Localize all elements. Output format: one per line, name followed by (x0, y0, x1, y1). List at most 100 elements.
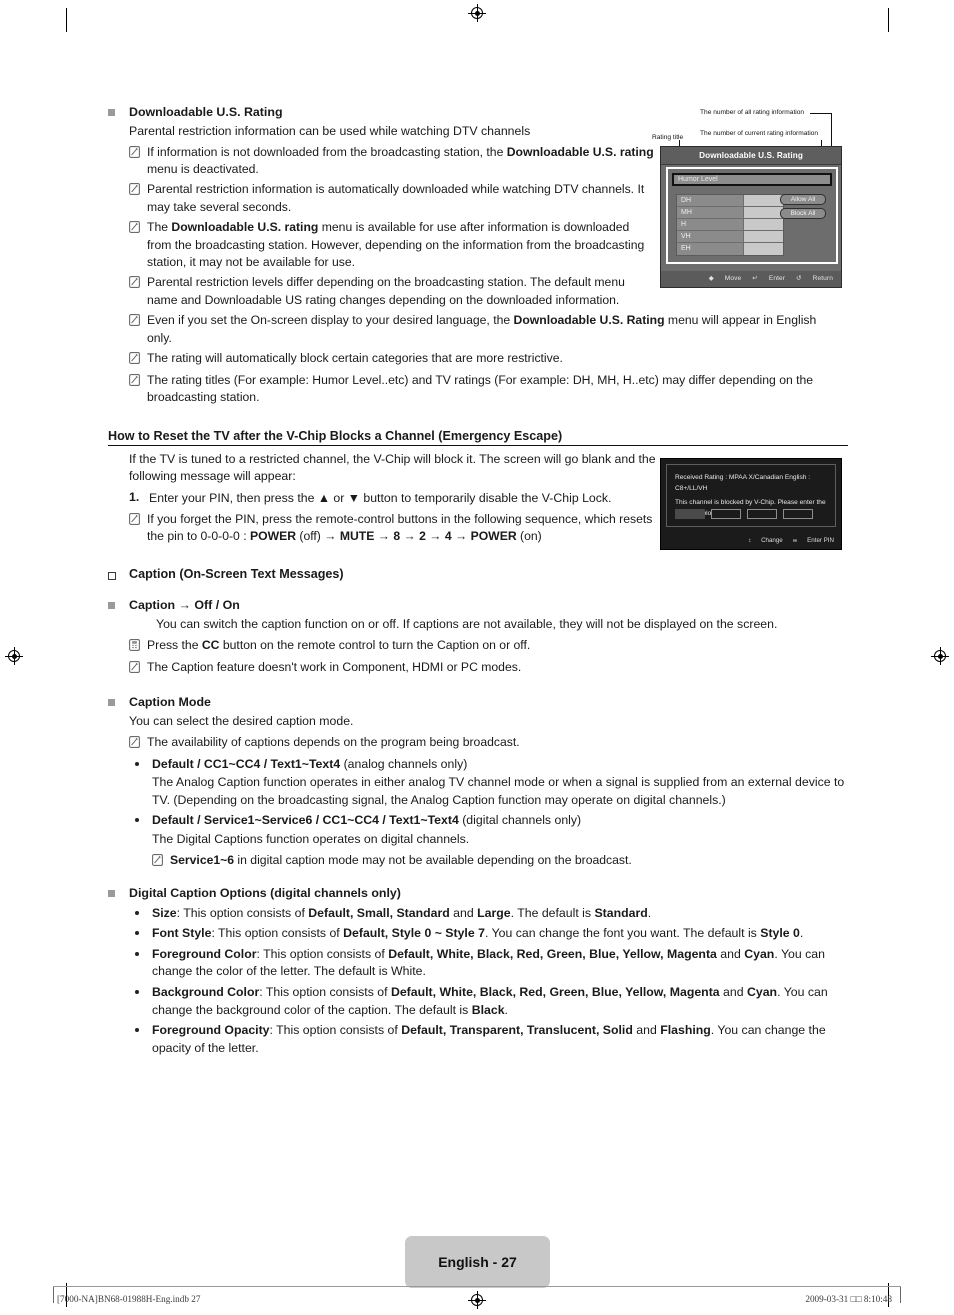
table-row[interactable]: VH (677, 231, 783, 243)
osd-selected-rating-row[interactable]: Humor Level ▶ 1/2 (672, 173, 886, 186)
pin-box[interactable] (747, 509, 777, 519)
note-text: If you forget the PIN, press the remote-… (147, 511, 653, 544)
bullet-body: The Analog Caption function operates in … (152, 775, 845, 807)
note-icon (152, 853, 163, 871)
bullet-text: Size: This option consists of Default, S… (152, 905, 652, 920)
pin-box[interactable] (783, 509, 813, 519)
footer-tick-left (53, 1287, 54, 1303)
round-bullet-icon (135, 910, 139, 915)
rating-name: MH (677, 207, 743, 218)
received-rating-line: Received Rating : MPAA X/Canadian Englis… (675, 474, 811, 492)
rating-name: EH (677, 243, 743, 255)
note-item: The Caption feature doesn't work in Comp… (129, 659, 829, 678)
note-item: The Downloadable U.S. rating menu is ava… (129, 219, 656, 271)
heading-text: Downloadable U.S. Rating (129, 105, 283, 119)
note-item: The rating will automatically block cert… (129, 350, 841, 369)
note-text: If information is not downloaded from th… (147, 144, 654, 176)
subsection-digital-options-heading: Digital Caption Options (digital channel… (108, 885, 848, 902)
callout-current-rating-info: The number of current rating information (700, 130, 819, 137)
note-icon (129, 660, 140, 678)
return-label: Return (812, 275, 833, 282)
footer-file-name: [7000-NA]BN68-01988H-Eng.indb 27 (57, 1294, 201, 1304)
bullet-body: The Digital Captions function operates o… (152, 832, 470, 847)
table-row[interactable]: MH (677, 207, 783, 219)
bullet-text: Font Style: This option consists of Defa… (152, 926, 804, 941)
note-item: Parental restriction information is auto… (129, 181, 654, 216)
move-label: Move (724, 275, 742, 282)
note-icon (129, 275, 140, 293)
change-hint: ↕ Change (748, 537, 783, 544)
note-icon (129, 220, 140, 238)
osd-vchip-frame: Received Rating : MPAA X/Canadian Englis… (666, 464, 836, 527)
note-item: If information is not downloaded from th… (129, 144, 654, 179)
open-square-bullet-icon (108, 572, 116, 581)
note-icon (129, 145, 140, 163)
table-row[interactable]: H (677, 219, 783, 231)
round-bullet-icon (135, 761, 139, 766)
section-reset-heading: How to Reset the TV after the V-Chip Blo… (108, 429, 848, 446)
osd-rating-count: 1/2 (876, 177, 886, 184)
remote-icon (129, 638, 140, 656)
rating-intro: Parental restriction information can be … (129, 124, 531, 138)
heading-text: Caption (On-Screen Text Messages) (129, 567, 344, 582)
note-item: If you forget the PIN, press the remote-… (129, 511, 656, 546)
bullet-item: Background Color: This option consists o… (129, 984, 839, 1019)
round-bullet-icon (135, 1028, 139, 1033)
rating-name: DH (677, 195, 743, 206)
bullet-item: Default / Service1~Service6 / CC1~CC4 / … (129, 812, 829, 830)
note-text: Parental restriction information is auto… (147, 182, 645, 214)
rating-checkbox[interactable] (743, 195, 783, 206)
osd-title: Downloadable U.S. Rating (661, 147, 841, 165)
caption-onoff-body: You can switch the caption function on o… (156, 617, 778, 632)
step-number: 1. (129, 490, 140, 505)
heading-text: Caption → Off / On (129, 598, 240, 613)
note-text: Press the CC button on the remote contro… (147, 638, 531, 653)
bullet-title: Default / Service1~Service6 / CC1~CC4 / … (152, 813, 582, 828)
note-item: Even if you set the On-screen display to… (129, 312, 841, 347)
step-text: Enter your PIN, then press the ▲ or ▼ bu… (149, 491, 612, 506)
note-item: The availability of captions depends on … (129, 734, 829, 753)
chevron-right-icon[interactable]: ▶ (851, 178, 856, 186)
crop-mark-top-left (66, 8, 67, 32)
note-icon (129, 512, 140, 530)
return-hint: ↺ Return (796, 275, 833, 282)
registration-mark-bottom (468, 1291, 486, 1309)
note-icon (129, 351, 140, 369)
page-number-badge: English - 27 (405, 1236, 550, 1288)
note-text: The rating titles (For example: Humor Le… (147, 373, 814, 405)
rating-checkbox[interactable] (743, 219, 783, 230)
pin-box[interactable] (711, 509, 741, 519)
allow-all-button[interactable]: Allow All (780, 194, 826, 205)
note-icon (129, 313, 140, 331)
pin-entry-row[interactable] (675, 509, 813, 519)
registration-mark-right (931, 647, 949, 665)
footer-timestamp: 2009-03-31 □□ 8:10:48 (805, 1294, 892, 1304)
osd-inner-frame: Humor Level ▶ 1/2 DH MH H VH EH Allow Al… (666, 167, 886, 264)
bullet-text: Foreground Opacity: This option consists… (152, 1023, 826, 1055)
subsection-caption-onoff-heading: Caption → Off / On (108, 597, 848, 614)
enter-pin-hint: ⎂ Enter PIN (792, 537, 835, 544)
rating-name: H (677, 219, 743, 230)
note-text: Parental restriction levels differ depen… (147, 275, 625, 307)
heading-text: Caption Mode (129, 695, 211, 710)
rating-checkbox[interactable] (743, 207, 783, 218)
subsection-caption-mode-heading: Caption Mode (108, 694, 848, 711)
osd-footer-hints: ◆ Move ↵ Enter ↺ Return (661, 271, 841, 287)
table-row[interactable]: EH (677, 243, 783, 255)
note-item: Press the CC button on the remote contro… (129, 637, 829, 656)
registration-mark-top (468, 4, 486, 22)
block-all-button[interactable]: Block All (780, 208, 826, 219)
pin-box[interactable] (675, 509, 705, 519)
manual-page: Downloadable U.S. Rating Parental restri… (0, 0, 954, 1315)
rating-checkbox[interactable] (743, 231, 783, 242)
square-bullet-icon (108, 889, 115, 897)
footer-tick-right (900, 1287, 901, 1303)
rating-checkbox[interactable] (743, 243, 783, 255)
note-text: The availability of captions depends on … (147, 734, 520, 749)
bullet-item: Foreground Color: This option consists o… (129, 946, 839, 981)
note-icon (129, 735, 140, 753)
square-bullet-icon (108, 109, 115, 116)
table-row[interactable]: DH (677, 195, 783, 207)
round-bullet-icon (135, 818, 139, 823)
round-bullet-icon (135, 951, 139, 956)
